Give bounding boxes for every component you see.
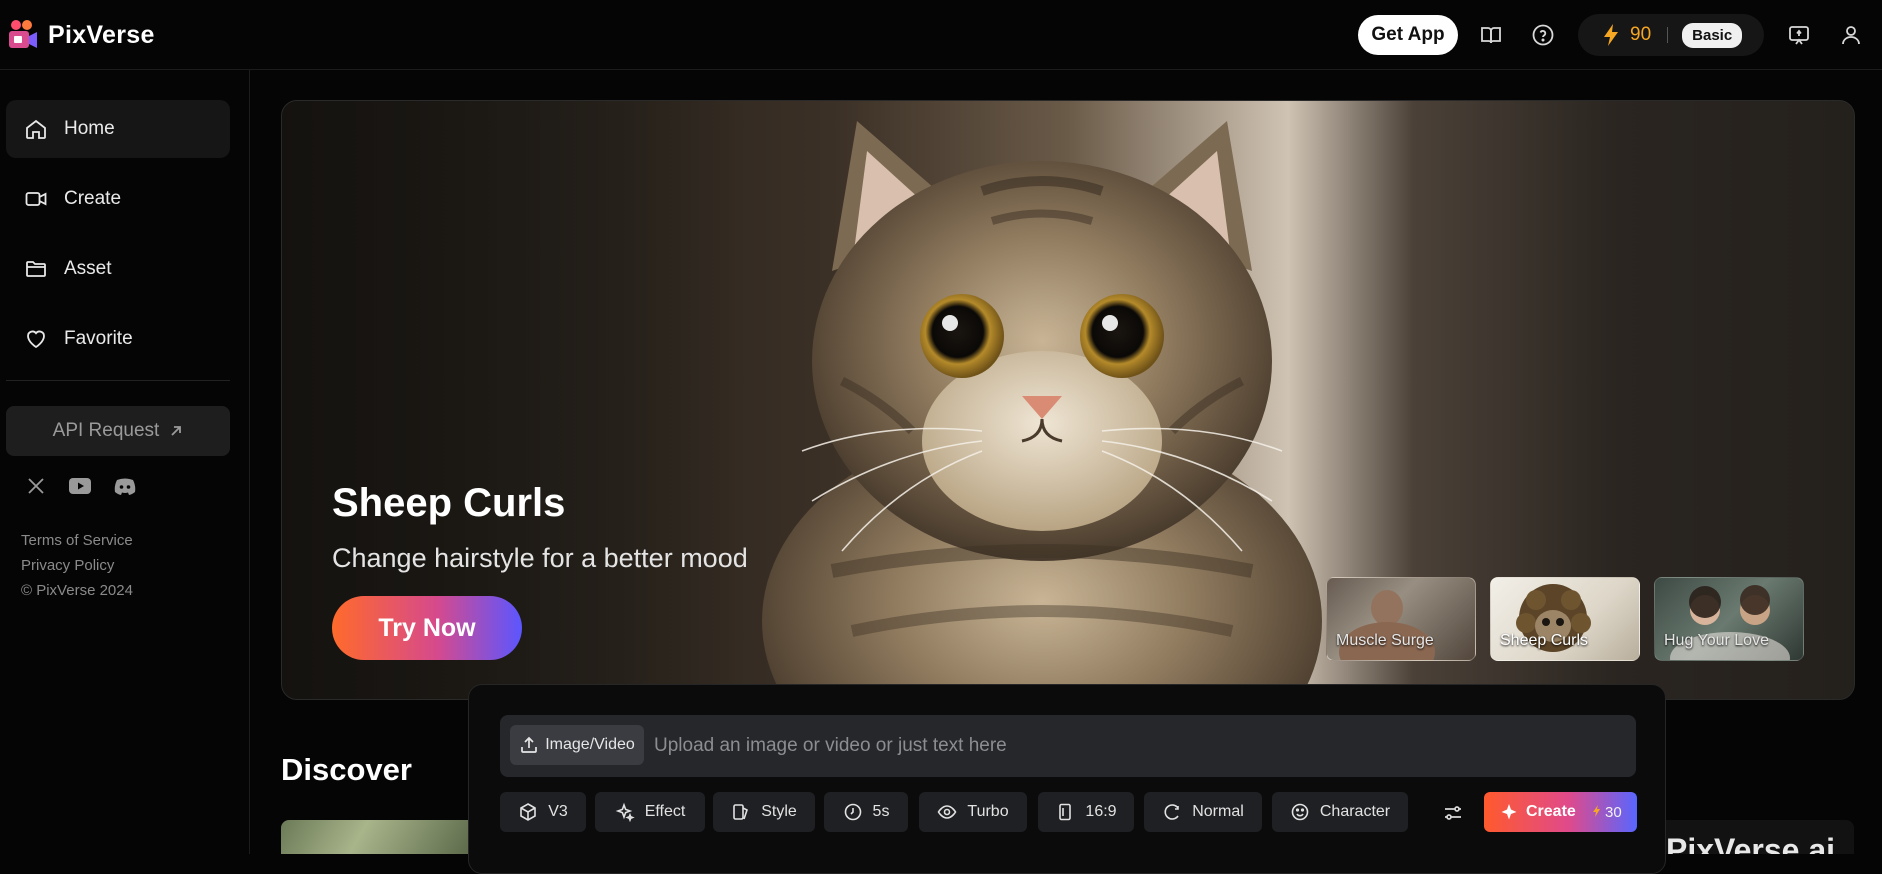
upload-icon xyxy=(521,736,538,753)
sidebar-item-label: Home xyxy=(64,118,115,139)
effect-button[interactable]: Effect xyxy=(595,792,705,832)
api-request-button[interactable]: API Request xyxy=(6,406,230,456)
brand[interactable]: PixVerse xyxy=(8,18,155,52)
sidebar-item-create[interactable]: Create xyxy=(6,170,230,228)
lightning-icon xyxy=(1592,804,1600,817)
create-button[interactable]: Create 30 xyxy=(1484,792,1637,832)
thumbnail-muscle-surge[interactable]: Muscle Surge xyxy=(1326,577,1476,661)
sliders-icon[interactable] xyxy=(1441,801,1465,825)
option-label: Normal xyxy=(1192,803,1244,820)
hero-cat-illustration xyxy=(762,121,1322,699)
heart-icon xyxy=(27,330,45,349)
prompt-box[interactable]: Image/Video Upload an image or video or … xyxy=(500,715,1636,777)
sparkle-icon xyxy=(1501,804,1517,820)
option-label: V3 xyxy=(548,803,568,820)
style-button[interactable]: Style xyxy=(713,792,815,832)
sidebar-divider xyxy=(6,380,230,381)
hero-title: Sheep Curls xyxy=(332,481,566,525)
prompt-composer: Image/Video Upload an image or video or … xyxy=(468,684,1666,874)
thumbnail-sheep-curls[interactable]: Sheep Curls xyxy=(1490,577,1640,661)
aspect-ratio-button[interactable]: 16:9 xyxy=(1038,792,1134,832)
upload-label: Image/Video xyxy=(545,736,635,753)
character-button[interactable]: Character xyxy=(1272,792,1408,832)
discord-icon[interactable] xyxy=(113,474,137,498)
feedback-icon[interactable] xyxy=(1786,22,1812,48)
privacy-link[interactable]: Privacy Policy xyxy=(21,557,114,574)
discover-card[interactable] xyxy=(281,820,481,854)
thumbnail-hug-your-love[interactable]: Hug Your Love xyxy=(1654,577,1804,661)
discover-heading: Discover xyxy=(281,752,412,787)
eye-icon xyxy=(937,805,957,819)
help-icon[interactable] xyxy=(1530,22,1556,48)
copyright-text: © PixVerse 2024 xyxy=(21,582,133,599)
hero-banner: Sheep Curls Change hairstyle for a bette… xyxy=(281,100,1855,700)
aspect-ratio-icon xyxy=(1059,803,1072,821)
option-label: Character xyxy=(1319,803,1391,820)
motion-mode-button[interactable]: Normal xyxy=(1144,792,1262,832)
thumbnail-label: Hug Your Love xyxy=(1664,632,1769,649)
style-icon xyxy=(733,804,749,820)
pixverse-logo-icon xyxy=(8,18,38,52)
sidebar-item-asset[interactable]: Asset xyxy=(6,240,230,298)
api-request-label: API Request xyxy=(52,420,160,441)
motion-icon xyxy=(1164,804,1180,820)
thumbnail-label: Muscle Surge xyxy=(1336,632,1434,649)
timer-icon xyxy=(844,803,861,821)
turbo-button[interactable]: Turbo xyxy=(919,792,1027,832)
youtube-icon[interactable] xyxy=(68,474,92,498)
x-twitter-icon[interactable] xyxy=(24,474,48,498)
upload-image-video-button[interactable]: Image/Video xyxy=(510,725,644,765)
lightning-icon xyxy=(1604,24,1618,46)
sidebar: Home Create Asset Favorite API Request T… xyxy=(0,70,250,854)
brand-name: PixVerse xyxy=(48,20,155,49)
terms-link[interactable]: Terms of Service xyxy=(21,532,133,549)
user-icon[interactable] xyxy=(1838,22,1864,48)
folder-icon xyxy=(26,261,46,277)
credits-separator xyxy=(1667,27,1669,43)
sidebar-item-home[interactable]: Home xyxy=(6,100,230,158)
thumbnail-label: Sheep Curls xyxy=(1500,632,1589,649)
external-arrow-icon xyxy=(171,426,182,436)
option-label: Turbo xyxy=(967,803,1009,820)
home-icon xyxy=(26,119,46,139)
sparkle-icon xyxy=(615,802,635,822)
duration-button[interactable]: 5s xyxy=(824,792,908,832)
get-app-button[interactable]: Get App xyxy=(1358,15,1458,55)
top-header: PixVerse Get App 90 Basic xyxy=(0,0,1882,70)
credits-count: 90 xyxy=(1630,24,1652,45)
try-now-button[interactable]: Try Now xyxy=(332,596,522,660)
prompt-input[interactable]: Upload an image or video or just text he… xyxy=(654,735,1007,757)
smiley-icon xyxy=(1291,803,1309,821)
book-icon[interactable] xyxy=(1478,22,1504,48)
create-cost-value: 30 xyxy=(1604,803,1622,821)
video-camera-icon xyxy=(25,192,47,206)
create-label: Create xyxy=(1526,803,1576,820)
credits-badge[interactable]: 90 Basic xyxy=(1578,14,1764,56)
cube-icon xyxy=(520,803,537,821)
hero-subtitle: Change hairstyle for a better mood xyxy=(332,543,748,573)
discover-card[interactable]: PixVerse.ai xyxy=(1640,820,1854,854)
plan-badge: Basic xyxy=(1682,22,1743,48)
sidebar-item-label: Favorite xyxy=(64,328,133,349)
sidebar-item-label: Create xyxy=(64,188,122,209)
option-label: Effect xyxy=(644,803,686,820)
model-version-button[interactable]: V3 xyxy=(500,792,586,832)
option-label: Style xyxy=(761,803,797,820)
create-cost: 30 xyxy=(1592,804,1622,821)
sidebar-item-favorite[interactable]: Favorite xyxy=(6,310,230,368)
option-label: 16:9 xyxy=(1085,803,1117,820)
sidebar-item-label: Asset xyxy=(64,258,112,279)
option-label: 5s xyxy=(872,803,890,820)
watermark-text: PixVerse.ai xyxy=(1666,832,1836,854)
